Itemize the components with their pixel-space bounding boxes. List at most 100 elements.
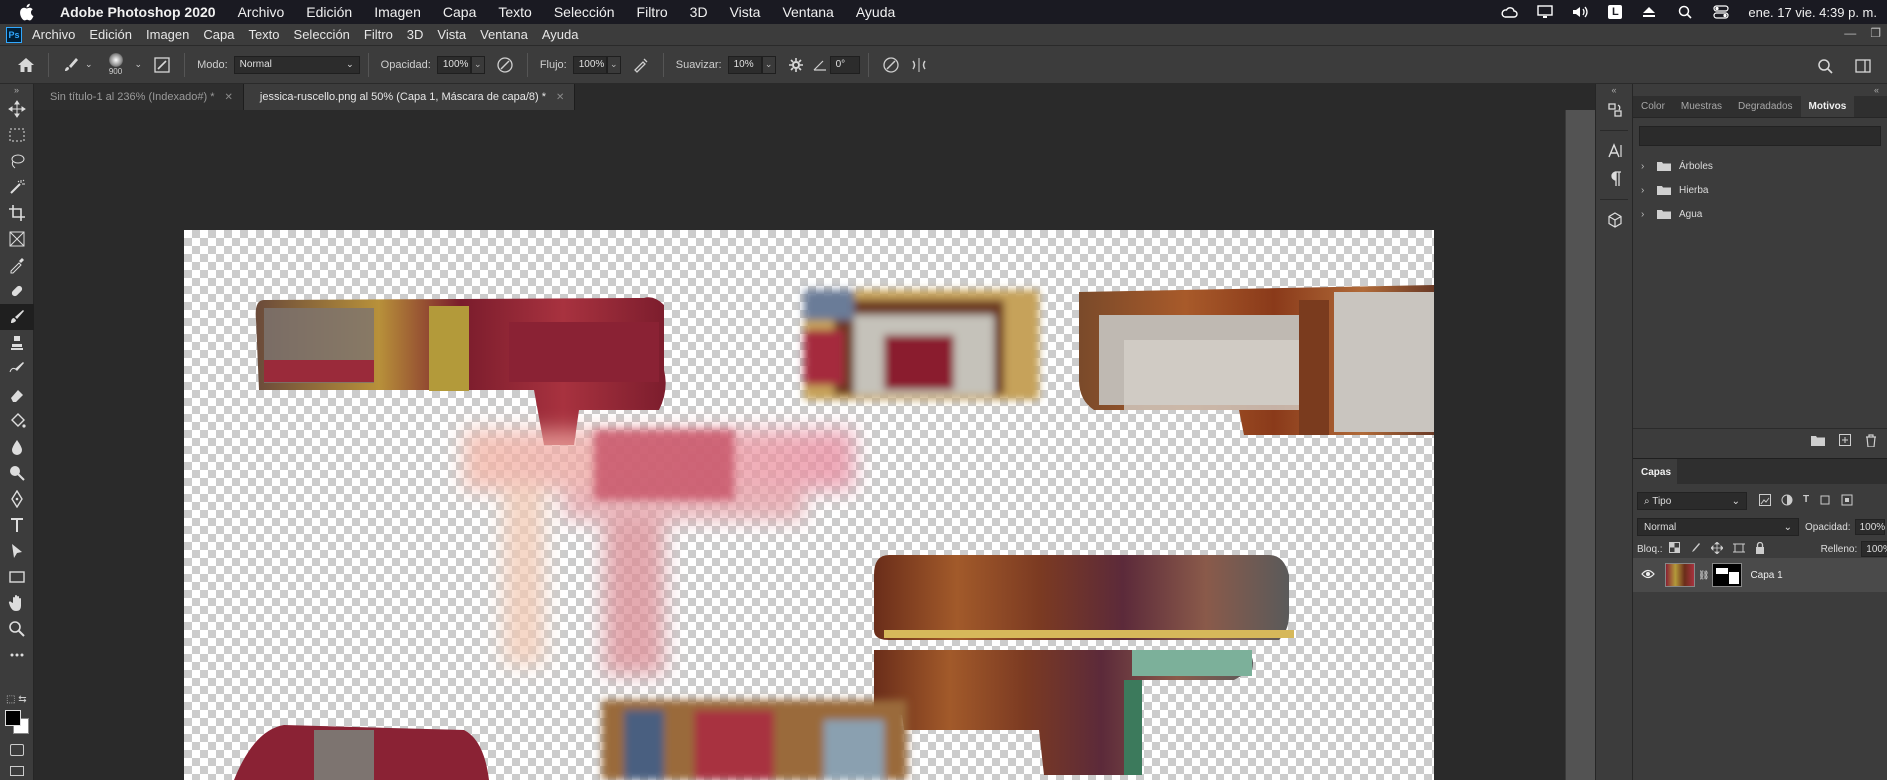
foreground-color-swatch[interactable] xyxy=(5,710,21,726)
lock-artboard-icon[interactable] xyxy=(1732,542,1745,557)
ps-menu-ayuda[interactable]: Ayuda xyxy=(542,27,579,42)
new-group-folder-icon[interactable] xyxy=(1811,435,1825,449)
tab-muestras[interactable]: Muestras xyxy=(1673,96,1730,117)
collapse-dock-icon[interactable]: « xyxy=(1596,84,1632,96)
mac-menu-filtro[interactable]: Filtro xyxy=(637,4,668,20)
filter-adjustment-icon[interactable] xyxy=(1781,494,1793,509)
character-panel-icon[interactable] xyxy=(1596,137,1634,165)
smoothing-input[interactable]: 10% xyxy=(727,55,762,74)
layer-kind-filter[interactable]: ⌕ Tipo ⌄ xyxy=(1637,492,1747,510)
minimize-window-icon[interactable]: — xyxy=(1844,26,1856,40)
lock-transparency-icon[interactable] xyxy=(1668,541,1680,557)
document-canvas[interactable] xyxy=(184,230,1434,780)
mode-select[interactable]: Normal ⌄ xyxy=(233,55,360,74)
paint-bucket-tool-icon[interactable] xyxy=(0,408,34,434)
brush-tool-icon[interactable] xyxy=(0,304,34,330)
ps-menu-texto[interactable]: Texto xyxy=(248,27,279,42)
layer-mask-thumbnail[interactable] xyxy=(1712,563,1743,587)
layer-name[interactable]: Capa 1 xyxy=(1750,570,1782,581)
flow-dropdown[interactable]: ⌄ xyxy=(606,55,621,74)
crop-tool-icon[interactable] xyxy=(0,200,34,226)
display-icon[interactable] xyxy=(1536,5,1554,19)
ps-menu-edicion[interactable]: Edición xyxy=(89,27,132,42)
mac-menu-archivo[interactable]: Archivo xyxy=(238,4,285,20)
filter-pixel-icon[interactable] xyxy=(1759,493,1771,509)
brush-settings-panel-icon[interactable] xyxy=(148,51,176,79)
ps-menu-3d[interactable]: 3D xyxy=(407,27,424,42)
screen-mode-icon[interactable] xyxy=(10,766,24,776)
close-icon[interactable]: ✕ xyxy=(556,92,564,103)
clock[interactable]: ene. 17 vie. 4:39 p. m. xyxy=(1748,5,1877,20)
magic-wand-tool-icon[interactable] xyxy=(0,174,34,200)
ps-menu-archivo[interactable]: Archivo xyxy=(32,27,75,42)
airbrush-icon[interactable] xyxy=(627,51,655,79)
tab-motivos[interactable]: Motivos xyxy=(1800,96,1855,117)
mac-menu-edicion[interactable]: Edición xyxy=(306,4,352,20)
close-icon[interactable]: ✕ xyxy=(225,92,233,103)
creative-cloud-icon[interactable] xyxy=(1500,5,1518,19)
blend-mode-select[interactable]: Normal ⌄ xyxy=(1637,518,1799,536)
flow-input[interactable]: 100% xyxy=(572,55,607,74)
lock-pixels-icon[interactable] xyxy=(1690,542,1701,557)
tab-color[interactable]: Color xyxy=(1633,96,1673,117)
ps-menu-imagen[interactable]: Imagen xyxy=(146,27,189,42)
visibility-eye-icon[interactable] xyxy=(1641,569,1655,582)
tab-capas[interactable]: Capas xyxy=(1633,459,1677,485)
patterns-search-input[interactable] xyxy=(1639,126,1881,146)
workspace-icon[interactable] xyxy=(1849,52,1877,80)
chevron-down-icon[interactable]: ⌄ xyxy=(135,59,143,70)
volume-icon[interactable] xyxy=(1572,5,1590,19)
layer-opacity-input[interactable]: 100% xyxy=(1854,519,1885,535)
rectangle-tool-icon[interactable] xyxy=(0,564,34,590)
smoothing-dropdown[interactable]: ⌄ xyxy=(761,55,776,74)
search-icon[interactable] xyxy=(1676,5,1694,19)
mac-menu-ventana[interactable]: Ventana xyxy=(782,4,833,20)
eject-icon[interactable] xyxy=(1640,5,1658,19)
vertical-scrollbar[interactable] xyxy=(1565,110,1595,780)
tab-degradados[interactable]: Degradados xyxy=(1730,96,1800,117)
tab-jessica-ruscello[interactable]: jessica-ruscello.png al 50% (Capa 1, Más… xyxy=(243,84,576,110)
apple-icon[interactable] xyxy=(18,3,46,21)
layer-row-capa-1[interactable]: ⛓ Capa 1 xyxy=(1633,558,1887,592)
opacity-input[interactable]: 100% xyxy=(436,55,471,74)
quick-mask-icon[interactable] xyxy=(10,744,24,756)
folder-agua[interactable]: › Agua xyxy=(1633,202,1887,226)
tab-sin-titulo[interactable]: Sin título-1 al 236% (Indexado#) * ✕ xyxy=(34,84,244,110)
mac-menu-ayuda[interactable]: Ayuda xyxy=(856,4,895,20)
pressure-size-icon[interactable] xyxy=(877,51,905,79)
move-tool-icon[interactable] xyxy=(0,96,34,122)
folder-arboles[interactable]: › Árboles xyxy=(1633,154,1887,178)
history-brush-tool-icon[interactable] xyxy=(0,356,34,382)
trash-icon[interactable] xyxy=(1865,433,1877,450)
healing-brush-tool-icon[interactable] xyxy=(0,278,34,304)
lock-position-icon[interactable] xyxy=(1710,540,1724,557)
ps-menu-vista[interactable]: Vista xyxy=(437,27,466,42)
clone-stamp-tool-icon[interactable] xyxy=(0,330,34,356)
ps-menu-filtro[interactable]: Filtro xyxy=(364,27,393,42)
chevron-right-icon[interactable]: › xyxy=(1641,209,1653,220)
pressure-opacity-icon[interactable] xyxy=(491,51,519,79)
lasso-tool-icon[interactable] xyxy=(0,148,34,174)
chevron-right-icon[interactable]: › xyxy=(1641,185,1653,196)
paragraph-panel-icon[interactable] xyxy=(1596,165,1634,193)
brush-size-picker[interactable]: 900 xyxy=(103,49,129,81)
type-tool-icon[interactable] xyxy=(0,512,34,538)
opacity-dropdown[interactable]: ⌄ xyxy=(470,55,485,74)
filter-shape-icon[interactable] xyxy=(1819,494,1831,509)
eyedropper-tool-icon[interactable] xyxy=(0,252,34,278)
filter-smart-object-icon[interactable] xyxy=(1841,494,1853,509)
3d-panel-icon[interactable] xyxy=(1596,206,1634,234)
folder-hierba[interactable]: › Hierba xyxy=(1633,178,1887,202)
ps-menu-capa[interactable]: Capa xyxy=(203,27,234,42)
layer-thumbnail[interactable] xyxy=(1665,563,1695,587)
mac-menu-imagen[interactable]: Imagen xyxy=(374,4,421,20)
dodge-tool-icon[interactable] xyxy=(0,460,34,486)
blur-tool-icon[interactable] xyxy=(0,434,34,460)
collapse-panels-icon[interactable]: « xyxy=(1633,84,1887,96)
chevron-down-icon[interactable]: ⌄ xyxy=(85,59,93,70)
angle-input[interactable]: 0° xyxy=(829,55,860,74)
mac-menu-vista[interactable]: Vista xyxy=(730,4,761,20)
app-name[interactable]: Adobe Photoshop 2020 xyxy=(60,4,216,20)
mac-menu-texto[interactable]: Texto xyxy=(498,4,531,20)
eraser-tool-icon[interactable] xyxy=(0,382,34,408)
